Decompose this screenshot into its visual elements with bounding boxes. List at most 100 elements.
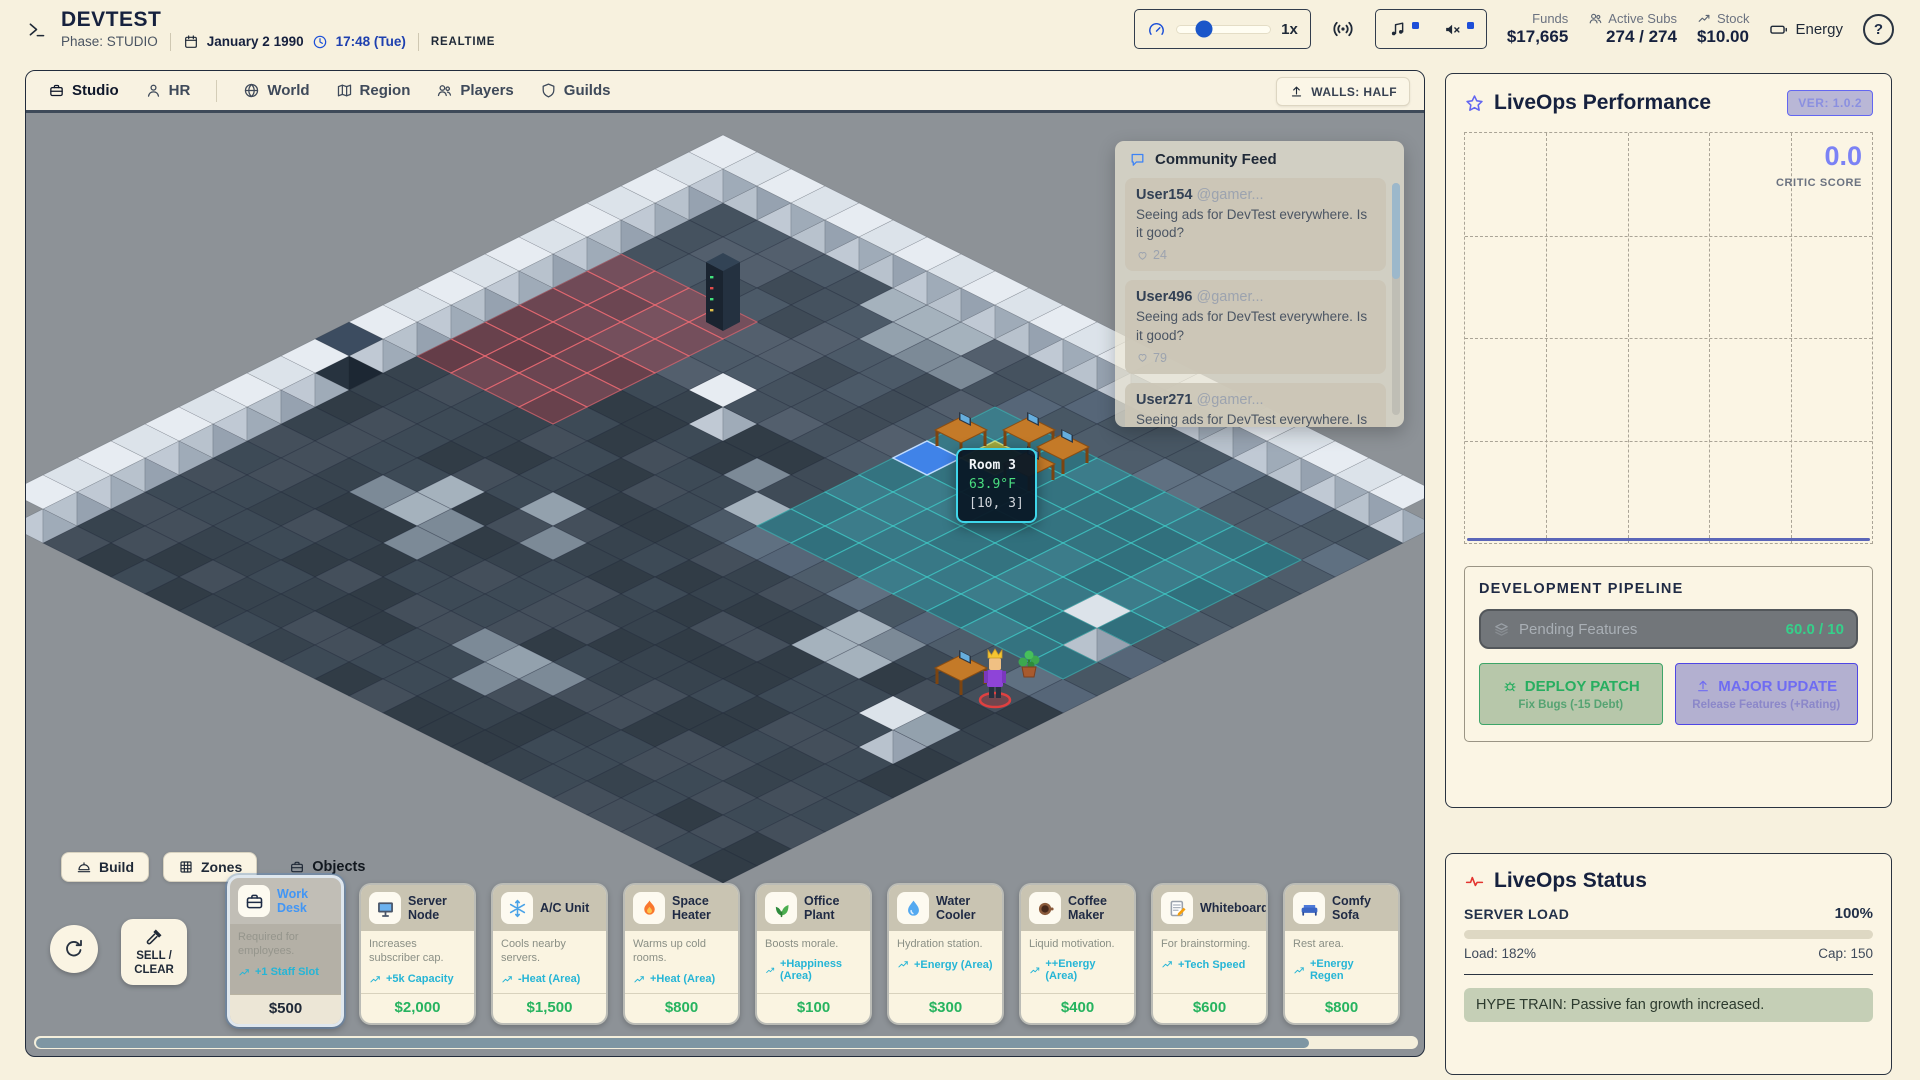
sell-clear-button[interactable]: SELL / CLEAR [121,919,187,985]
tab-world[interactable]: World [243,82,309,99]
upload-icon [1695,678,1711,694]
card-description: Warms up cold rooms. [633,937,730,966]
object-card-coffee-maker[interactable]: Coffee MakerLiquid motivation.++Energy (… [1019,883,1136,1025]
game-viewport: Studio HR World Region Players Guilds WALLS: … [25,70,1425,1057]
major-update-button[interactable]: MAJOR UPDATE Release Features (+Rating) [1675,663,1859,725]
mute-indicator [1467,22,1474,29]
phase-label: Phase: STUDIO [61,34,158,49]
divider [1464,974,1873,975]
time-label: 17:48 (Tue) [336,34,406,49]
tab-guilds[interactable]: Guilds [540,82,611,99]
score-line [1467,538,1870,541]
calendar-icon [183,34,199,50]
stock-label: Stock [1717,11,1750,26]
feed-title: Community Feed [1155,151,1277,168]
post-handle: @gamer... [1196,187,1263,203]
feed-scrollbar[interactable] [1392,183,1400,415]
terminal-icon [26,19,47,40]
tab-studio[interactable]: Studio [48,82,119,99]
cap-text: Cap: 150 [1818,946,1873,961]
card-stat: +5k Capacity [369,973,466,986]
card-title: A/C Unit [540,901,589,915]
briefcase-icon [48,82,65,99]
post-likes: 79 [1136,351,1375,365]
objects-tab[interactable]: Objects [289,859,365,875]
build-icon [76,859,92,875]
tab-players[interactable]: Players [436,82,513,99]
card-title: Comfy Sofa [1332,894,1390,923]
post-text: Seeing ads for DevTest everywhere. Is it… [1136,206,1375,242]
bug-icon [1502,678,1518,694]
speed-gauge-icon [1147,20,1166,39]
stock-value: $10.00 [1697,27,1749,47]
card-title: Coffee Maker [1068,894,1126,923]
card-stat: +Energy (Area) [897,958,994,971]
toolbar-scrollbar[interactable] [34,1036,1418,1049]
rotate-button[interactable] [50,925,98,973]
snowflake-icon [501,892,533,924]
card-price: $1,500 [493,993,606,1023]
object-card-comfy-sofa[interactable]: Comfy SofaRest area.+Energy Regen$800 [1283,883,1400,1025]
users-icon [436,82,453,99]
energy-button[interactable]: Energy [1769,20,1843,39]
card-price: $800 [625,993,738,1023]
trend-icon [501,973,514,986]
pending-label: Pending Features [1519,621,1777,638]
card-title: Water Cooler [936,894,994,923]
mute-icon[interactable] [1443,20,1462,39]
critic-score-value: 0.0 [1824,141,1862,172]
speed-control[interactable]: 1x [1134,9,1311,49]
speed-slider[interactable] [1176,25,1271,34]
object-card-space-heater[interactable]: Space HeaterWarms up cold rooms.+Heat (A… [623,883,740,1025]
toolbar-scrollbar-thumb[interactable] [36,1038,1309,1048]
object-card-whiteboard[interactable]: WhiteboardFor brainstorming.+Tech Speed$… [1151,883,1268,1025]
card-price: $800 [1285,993,1398,1023]
droplet-icon [897,892,929,924]
sell-clear-label: SELL / CLEAR [127,950,181,978]
divider [170,33,171,51]
tab-region[interactable]: Region [336,82,411,99]
broadcast-icon[interactable] [1331,17,1355,41]
subs-label: Active Subs [1608,11,1677,26]
help-button[interactable]: ? [1863,14,1894,45]
subs-icon [1588,11,1603,26]
speed-slider-knob[interactable] [1196,21,1213,38]
studio-tab-bar: Studio HR World Region Players Guilds WALLS: … [26,71,1424,113]
doc-icon [1161,892,1193,924]
music-icon[interactable] [1388,20,1407,39]
object-card-work-desk[interactable]: Work DeskRequired for employees.+1 Staff… [227,875,344,1027]
hammer-icon [144,926,165,947]
leaf-icon [765,892,797,924]
sofa-icon [1293,892,1325,924]
object-card-office-plant[interactable]: Office PlantBoosts morale.+Happiness (Ar… [755,883,872,1025]
build-tab[interactable]: Build [61,852,149,882]
deploy-patch-button[interactable]: DEPLOY PATCH Fix Bugs (-15 Debt) [1479,663,1663,725]
version-button[interactable]: VER: 1.0.2 [1787,90,1873,116]
post-username: User271 [1136,392,1192,408]
zones-label: Zones [201,859,242,875]
status-title: LiveOps Status [1494,869,1873,893]
briefcase-icon [238,885,270,917]
card-price: $2,000 [361,993,474,1023]
card-stat: +1 Staff Slot [238,966,333,979]
post-text: Seeing ads for DevTest everywhere. Is it… [1136,308,1375,344]
object-card-water-cooler[interactable]: Water CoolerHydration station.+Energy (A… [887,883,1004,1025]
object-card-server-node[interactable]: Server NodeIncreases subscriber cap.+5k … [359,883,476,1025]
community-feed-panel: Community Feed User154 @gamer...Seeing a… [1115,141,1404,427]
card-title: Office Plant [804,894,862,923]
card-title: Server Node [408,894,466,923]
major-label: MAJOR UPDATE [1718,678,1837,695]
card-price: $600 [1153,993,1266,1023]
feed-scrollbar-thumb[interactable] [1392,183,1400,279]
card-description: Boosts morale. [765,937,862,951]
globe-icon [243,82,260,99]
object-card-a-c-unit[interactable]: A/C UnitCools nearby servers.-Heat (Area… [491,883,608,1025]
server-load-fill [1464,930,1873,939]
speed-value: 1x [1281,21,1298,38]
sound-controls[interactable] [1375,9,1487,49]
card-price: $500 [230,994,341,1024]
tab-hr[interactable]: HR [145,82,191,99]
liveops-status-panel: LiveOps Status SERVER LOAD 100% Load: 18… [1445,853,1892,1075]
card-stat: ++Energy (Area) [1029,958,1126,982]
walls-toggle-button[interactable]: WALLS: HALF [1276,77,1410,106]
